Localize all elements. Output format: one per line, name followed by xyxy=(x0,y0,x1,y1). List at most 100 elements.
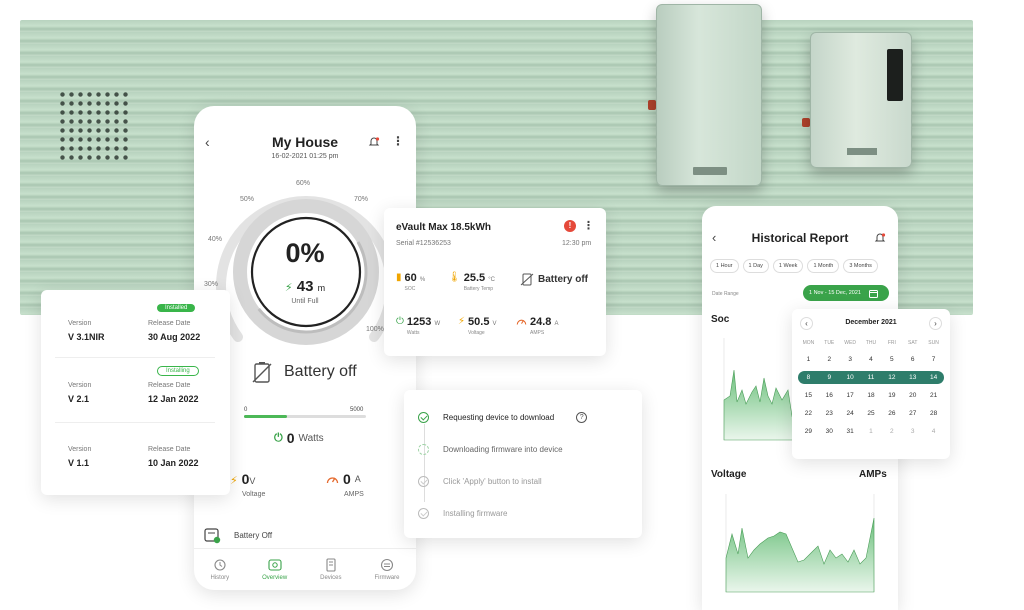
page-date: 16-02-2021 01:25 pm xyxy=(271,153,339,160)
calendar-day[interactable]: 7 xyxy=(923,353,944,366)
bell-icon[interactable] xyxy=(874,232,886,244)
calendar-day[interactable]: 26 xyxy=(881,407,902,420)
calendar-day[interactable]: 13 xyxy=(902,371,924,384)
check-circle-icon xyxy=(418,476,429,487)
calendar-day[interactable]: 20 xyxy=(902,389,923,402)
bottom-navigation: History Overview Devices Firmware xyxy=(194,548,416,590)
calendar-day[interactable]: 27 xyxy=(902,407,923,420)
release-date-label: Release Date xyxy=(148,320,191,327)
calendar-day[interactable]: 9 xyxy=(818,371,840,384)
tab-1-day[interactable]: 1 Day xyxy=(742,259,769,273)
weekday-header: SAT xyxy=(908,340,918,346)
step-connector xyxy=(424,424,425,502)
version-row[interactable]: Version V 1.1 Release Date 10 Jan 2022 xyxy=(41,416,230,478)
calendar-day[interactable]: 21 xyxy=(923,389,944,402)
plug-icon: ⏻ xyxy=(274,431,283,444)
device-status: Battery off xyxy=(520,272,588,286)
calendar-day[interactable]: 17 xyxy=(840,389,861,402)
calendar-day[interactable]: 2 xyxy=(819,353,840,366)
calendar-icon xyxy=(868,289,878,298)
date-range-picker[interactable]: 1 Nov - 15 Dec, 2021 xyxy=(803,285,889,301)
voltage-metric: ⚡ 50.5 V Voltage xyxy=(458,316,497,336)
status-badge: Installing xyxy=(157,366,199,376)
calendar-day[interactable]: 30 xyxy=(819,425,840,438)
battery-off-row[interactable]: Battery Off xyxy=(204,526,272,544)
eye-icon xyxy=(268,559,282,571)
calendar-day[interactable]: 22 xyxy=(798,407,819,420)
check-circle-icon xyxy=(418,412,429,423)
version-row[interactable]: Installed Version V 3.1NIR Release Date … xyxy=(41,290,230,352)
calendar-day[interactable]: 15 xyxy=(798,389,819,402)
amps-readout: 0A xyxy=(326,471,361,487)
calendar-day[interactable]: 11 xyxy=(860,371,882,384)
calendar-day[interactable]: 19 xyxy=(881,389,902,402)
calendar-day[interactable]: 1 xyxy=(798,353,819,366)
nav-firmware[interactable]: Firmware xyxy=(374,558,399,581)
step-installing: Installing firmware xyxy=(418,508,507,519)
tab-3-months[interactable]: 3 Months xyxy=(843,259,878,273)
version-value: V 3.1NIR xyxy=(68,332,105,342)
step-requesting: Requesting device to download ? xyxy=(418,412,588,423)
calendar-day[interactable]: 3 xyxy=(902,425,923,438)
alert-icon[interactable]: ! xyxy=(564,220,576,232)
calendar-day[interactable]: 8 xyxy=(798,371,819,384)
calendar-day[interactable]: 4 xyxy=(861,353,882,366)
calendar-day[interactable]: 31 xyxy=(840,425,861,438)
version-value: V 1.1 xyxy=(68,458,90,468)
calendar-day[interactable]: 14 xyxy=(923,371,944,384)
release-date-value: 10 Jan 2022 xyxy=(148,458,199,468)
calendar-day[interactable]: 10 xyxy=(839,371,861,384)
nav-overview[interactable]: Overview xyxy=(262,558,287,581)
weekday-header: THU xyxy=(865,340,877,346)
tab-1-hour[interactable]: 1 Hour xyxy=(710,259,739,273)
gauge-label: 50% xyxy=(240,196,255,203)
calendar-day[interactable]: 23 xyxy=(819,407,840,420)
check-circle-icon xyxy=(418,508,429,519)
nav-devices[interactable]: Devices xyxy=(320,558,341,581)
calendar-day[interactable]: 4 xyxy=(923,425,944,438)
more-options-icon[interactable]: ⋮ xyxy=(392,134,404,148)
date-range-label: Date Range xyxy=(712,291,739,297)
calendar-day[interactable]: 25 xyxy=(861,407,882,420)
version-label: Version xyxy=(68,446,92,453)
firmware-icon xyxy=(380,558,394,572)
gauge-icon xyxy=(326,476,339,483)
watts-metric: ⏻ 1253 W Watts xyxy=(396,316,441,336)
calendar-day[interactable]: 18 xyxy=(861,389,882,402)
version-value: V 2.1 xyxy=(68,394,90,404)
calendar-day[interactable]: 3 xyxy=(840,353,861,366)
soc-chart-title: Soc xyxy=(711,314,730,325)
weekday-header: MON xyxy=(802,340,815,346)
bell-icon[interactable] xyxy=(368,136,380,148)
loading-circle-icon xyxy=(418,444,429,455)
tab-1-week[interactable]: 1 Week xyxy=(772,259,804,273)
next-month-icon[interactable]: › xyxy=(929,317,942,330)
voltage-label: Voltage xyxy=(242,491,266,498)
page-title: Historical Report xyxy=(751,231,849,245)
voltage-chart-title: Voltage xyxy=(711,469,747,480)
speaker-grille-dots xyxy=(58,90,130,160)
bolt-icon: ⚡ xyxy=(230,475,238,487)
release-date-value: 12 Jan 2022 xyxy=(148,394,199,404)
history-icon xyxy=(214,559,226,571)
calendar-day[interactable]: 16 xyxy=(819,389,840,402)
calendar-day[interactable]: 2 xyxy=(881,425,902,438)
tab-1-month[interactable]: 1 Month xyxy=(807,259,840,273)
calendar-day[interactable]: 6 xyxy=(902,353,923,366)
calendar-day[interactable]: 28 xyxy=(923,407,944,420)
battery-icon: ▮ xyxy=(396,272,402,283)
calendar-day[interactable]: 1 xyxy=(861,425,882,438)
device-summary-card[interactable]: eVault Max 18.5kWh ! ⋮ Serial #12536253 … xyxy=(384,208,606,356)
plug-icon: ⏻ xyxy=(396,316,404,327)
calendar-day[interactable]: 29 xyxy=(798,425,819,438)
version-row[interactable]: Installing Version V 2.1 Release Date 12… xyxy=(41,352,230,414)
weekday-header: FRI xyxy=(887,340,896,346)
help-icon[interactable]: ? xyxy=(576,412,588,423)
calendar-day[interactable]: 5 xyxy=(881,353,902,366)
calendar-day[interactable]: 24 xyxy=(840,407,861,420)
nav-history[interactable]: History xyxy=(210,558,229,581)
more-options-icon[interactable]: ⋮ xyxy=(583,219,594,232)
calendar-day[interactable]: 12 xyxy=(881,371,903,384)
charge-percent: 0% xyxy=(285,238,325,268)
until-full-label: Until Full xyxy=(291,298,319,305)
